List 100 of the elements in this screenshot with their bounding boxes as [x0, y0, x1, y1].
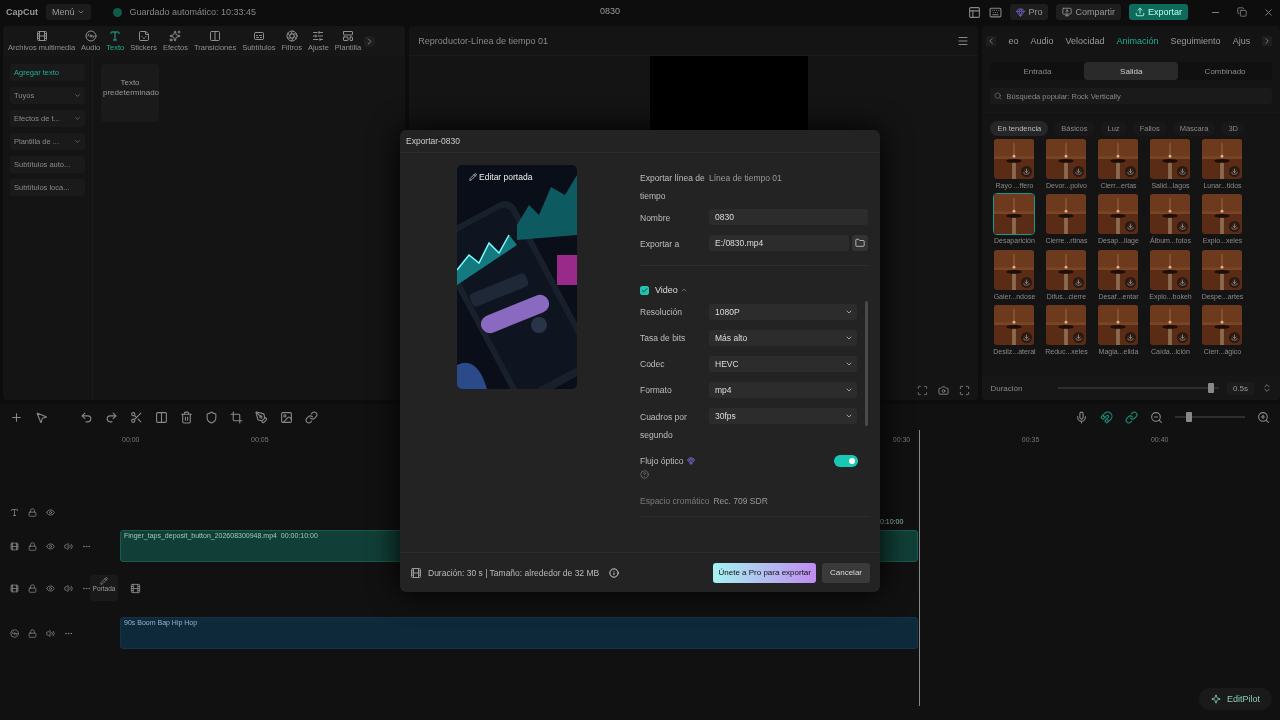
lock-icon[interactable]	[28, 541, 37, 551]
lock-icon[interactable]	[28, 583, 37, 593]
camera-icon[interactable]	[938, 384, 950, 396]
inspector-tab[interactable]: Seguimiento	[1170, 36, 1221, 46]
segment-tab[interactable]: Entrada	[990, 62, 1085, 80]
download-icon[interactable]	[1229, 166, 1241, 177]
video-checkbox[interactable]	[640, 285, 649, 295]
effect-thumbnail[interactable]	[1149, 138, 1192, 180]
segment-tab[interactable]: Combinado	[1178, 62, 1272, 80]
restore-icon[interactable]	[1237, 7, 1247, 17]
volume-icon[interactable]	[64, 541, 73, 551]
effect-thumbnail[interactable]	[1201, 303, 1244, 346]
layout-icon[interactable]	[968, 5, 982, 19]
inspector-tab[interactable]: Audio	[1030, 36, 1054, 46]
keyboard-icon[interactable]	[989, 5, 1003, 19]
zoom-out-icon[interactable]	[1150, 410, 1163, 424]
inspector-tab[interactable]: Animación	[1116, 36, 1159, 46]
inspector-tab[interactable]: Ajus	[1232, 36, 1251, 46]
effect-thumbnail[interactable]	[993, 138, 1036, 180]
dropdown[interactable]: mp4	[709, 382, 857, 398]
effect-thumbnail[interactable]	[993, 193, 1036, 236]
effect-thumbnail[interactable]	[1045, 138, 1088, 180]
effect-thumbnail[interactable]	[993, 303, 1036, 346]
crop-icon[interactable]	[230, 410, 243, 424]
effect-thumbnail[interactable]	[1045, 248, 1088, 291]
dropdown[interactable]: 30fps	[709, 408, 857, 424]
menu-button[interactable]: Menú	[46, 4, 91, 20]
download-icon[interactable]	[1177, 221, 1189, 233]
effect-thumbnail[interactable]	[1097, 248, 1140, 291]
folder-button[interactable]	[852, 235, 868, 251]
scan-icon[interactable]	[917, 384, 929, 396]
shield-icon[interactable]	[205, 410, 218, 424]
name-field[interactable]: 0830	[709, 209, 868, 225]
pro-button[interactable]: Pro	[1010, 4, 1049, 20]
zoom-in-icon[interactable]	[1257, 410, 1270, 424]
lock-icon[interactable]	[28, 628, 37, 638]
effect-thumbnail[interactable]	[1201, 138, 1244, 180]
help-icon[interactable]	[640, 470, 649, 479]
export-button[interactable]: Exportar	[1129, 4, 1188, 20]
pointer-icon[interactable]	[35, 410, 48, 424]
close-icon[interactable]	[1263, 6, 1274, 18]
text-preset[interactable]: Texto predeterminado	[101, 64, 159, 122]
download-icon[interactable]	[1177, 276, 1189, 288]
menu-icon[interactable]	[957, 34, 970, 47]
effect-thumbnail[interactable]	[1149, 193, 1192, 236]
link-icon[interactable]	[1125, 410, 1138, 424]
download-icon[interactable]	[1229, 276, 1241, 288]
download-icon[interactable]	[1229, 221, 1241, 233]
volume-icon[interactable]	[64, 583, 73, 593]
scrollbar[interactable]	[865, 301, 868, 426]
download-icon[interactable]	[1229, 331, 1241, 343]
pen-icon[interactable]	[255, 410, 268, 424]
eye-icon[interactable]	[46, 507, 55, 517]
download-icon[interactable]	[1073, 276, 1085, 288]
duration-value[interactable]: 0.5s	[1226, 381, 1254, 395]
share-button[interactable]: Compartir	[1056, 4, 1121, 20]
download-icon[interactable]	[1073, 331, 1085, 343]
join-pro-button[interactable]: Únete a Pro para exportar	[713, 562, 816, 583]
effect-thumbnail[interactable]	[1149, 248, 1192, 291]
download-icon[interactable]	[1125, 276, 1137, 288]
effect-thumbnail[interactable]	[1097, 193, 1140, 236]
eye-icon[interactable]	[46, 541, 55, 551]
plus-icon[interactable]	[10, 410, 23, 424]
split-icon[interactable]	[155, 410, 168, 424]
effect-thumbnail[interactable]	[1201, 248, 1244, 291]
stepper-icon[interactable]	[1262, 383, 1272, 393]
effect-thumbnail[interactable]	[1045, 303, 1088, 346]
download-icon[interactable]	[1125, 221, 1137, 233]
segment-tab[interactable]: Salida	[1084, 62, 1179, 80]
eye-icon[interactable]	[46, 583, 55, 593]
download-icon[interactable]	[1125, 166, 1137, 177]
download-icon[interactable]	[1021, 331, 1033, 343]
effect-thumbnail[interactable]	[1097, 138, 1140, 180]
effect-thumbnail[interactable]	[1201, 193, 1244, 236]
scissors-icon[interactable]	[130, 410, 143, 424]
effect-thumbnail[interactable]	[993, 248, 1036, 291]
redo-icon[interactable]	[105, 410, 118, 424]
download-icon[interactable]	[1125, 331, 1137, 343]
caret-icon[interactable]	[679, 286, 688, 294]
download-icon[interactable]	[1073, 166, 1085, 177]
edit-cover-button[interactable]: Editar portada	[463, 171, 539, 183]
cancel-button[interactable]: Cancelar	[822, 562, 870, 583]
volume-icon[interactable]	[46, 628, 55, 638]
mic-icon[interactable]	[1075, 410, 1088, 424]
trash-icon[interactable]	[180, 410, 193, 424]
image-icon[interactable]	[280, 410, 293, 424]
magnet-icon[interactable]	[1100, 410, 1113, 424]
effect-thumbnail[interactable]	[1097, 303, 1140, 346]
effect-thumbnail[interactable]	[1149, 303, 1192, 346]
undo-icon[interactable]	[80, 410, 93, 424]
info-icon[interactable]	[609, 567, 620, 578]
inspector-tab[interactable]: eo	[1008, 36, 1019, 46]
effect-thumbnail[interactable]	[1045, 193, 1088, 236]
link-icon[interactable]	[305, 410, 318, 424]
dropdown[interactable]: HEVC	[709, 356, 857, 372]
fullscreen-icon[interactable]	[959, 384, 971, 396]
download-icon[interactable]	[1021, 166, 1033, 177]
dropdown[interactable]: Más alto	[709, 330, 857, 346]
path-field[interactable]: E:/0830.mp4	[709, 235, 849, 251]
inspector-tab[interactable]: Velocidad	[1065, 36, 1105, 46]
